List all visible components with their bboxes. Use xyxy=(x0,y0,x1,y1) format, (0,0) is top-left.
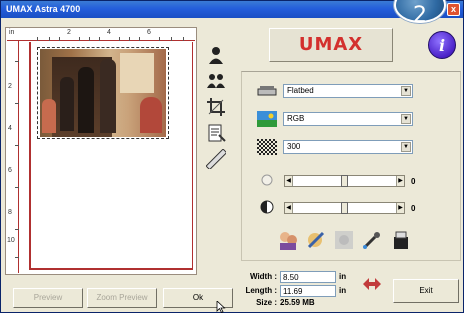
chevron-down-icon[interactable]: ▼ xyxy=(401,86,411,96)
brightness-value: 0 xyxy=(411,177,416,186)
resolution-value: 300 xyxy=(287,142,301,151)
sharpen-filter-icon[interactable] xyxy=(305,229,327,251)
ruler-unit: in xyxy=(9,29,15,36)
ruler-number: 10 xyxy=(7,237,15,244)
left-ruler: 2 4 6 8 10 xyxy=(7,41,19,273)
ruler-tick xyxy=(15,103,19,104)
ruler-tick xyxy=(15,187,19,188)
brightness-slider[interactable]: ◀ ▶ xyxy=(284,175,405,187)
slider-left-arrow[interactable]: ◀ xyxy=(285,176,293,186)
top-ruler: in 2 4 6 xyxy=(7,29,195,41)
length-field[interactable]: 11.69 xyxy=(280,285,336,297)
ruler-number: 2 xyxy=(8,83,12,90)
scanner-window: UMAX Astra 4700 x 2 in 2 4 6 2 4 6 8 10 xyxy=(0,0,464,314)
ruler-number: 6 xyxy=(147,29,151,36)
step-badge: 2 xyxy=(394,0,446,28)
ruler-tick xyxy=(59,37,60,41)
slider-thumb[interactable] xyxy=(341,175,348,187)
width-unit: in xyxy=(339,272,347,281)
ruler-tick xyxy=(159,37,160,41)
mouse-cursor-icon xyxy=(216,300,226,314)
size-label: Size : xyxy=(256,298,277,307)
ruler-tick xyxy=(37,37,38,41)
contrast-value: 0 xyxy=(411,204,416,213)
portrait-filter-icon[interactable] xyxy=(277,229,299,251)
dpi-pattern-icon xyxy=(257,139,277,155)
ruler-number: 2 xyxy=(67,29,71,36)
sun-icon xyxy=(257,172,277,188)
length-unit: in xyxy=(339,286,347,295)
crop-icon[interactable] xyxy=(204,95,228,119)
descreen-filter-icon[interactable] xyxy=(390,229,412,251)
zoom-preview-button[interactable]: Zoom Preview xyxy=(87,288,157,308)
ruler-number: 4 xyxy=(107,29,111,36)
contrast-slider[interactable]: ◀ ▶ xyxy=(284,202,405,214)
person-silhouette-icon[interactable] xyxy=(204,43,228,67)
close-button[interactable]: x xyxy=(447,3,460,16)
contrast-icon xyxy=(257,199,277,215)
length-label: Length : xyxy=(245,286,277,295)
ruler-tick xyxy=(15,257,19,258)
slider-thumb[interactable] xyxy=(341,202,348,214)
ruler-tick xyxy=(49,37,50,41)
info-button[interactable]: i xyxy=(428,31,456,59)
ruler-tick xyxy=(99,37,100,41)
ruler-icon[interactable] xyxy=(204,147,228,171)
ruler-tick xyxy=(79,37,80,41)
size-number: 25.59 xyxy=(280,298,301,307)
exit-button[interactable]: Exit xyxy=(393,279,459,303)
ruler-number: 4 xyxy=(8,125,12,132)
scan-area-marquee[interactable] xyxy=(37,47,169,139)
color-mode-select[interactable]: RGB ▼ xyxy=(283,112,413,126)
source-select[interactable]: Flatbed ▼ xyxy=(283,84,413,98)
ruler-tick xyxy=(15,145,19,146)
ruler-tick xyxy=(129,37,130,41)
chevron-down-icon[interactable]: ▼ xyxy=(401,142,411,152)
ruler-tick xyxy=(15,229,19,230)
unit-toggle-icon[interactable] xyxy=(361,274,383,294)
source-select-value: Flatbed xyxy=(287,86,314,95)
size-value: 25.59 MB xyxy=(280,298,315,307)
slider-right-arrow[interactable]: ▶ xyxy=(396,203,404,213)
umax-logo-button[interactable]: UMAX xyxy=(269,28,393,62)
preview-button[interactable]: Preview xyxy=(13,288,83,308)
eyedropper-icon[interactable] xyxy=(361,229,383,251)
ruler-tick xyxy=(171,37,172,41)
ruler-tick xyxy=(119,37,120,41)
logo-text: UMAX xyxy=(298,34,364,55)
ruler-tick xyxy=(89,37,90,41)
color-landscape-icon xyxy=(257,111,277,127)
resolution-select[interactable]: 300 ▼ xyxy=(283,140,413,154)
slider-left-arrow[interactable]: ◀ xyxy=(285,203,293,213)
ruler-tick xyxy=(183,37,184,41)
ruler-number: 6 xyxy=(8,167,12,174)
chevron-down-icon[interactable]: ▼ xyxy=(401,114,411,124)
slider-right-arrow[interactable]: ▶ xyxy=(396,176,404,186)
blur-filter-icon[interactable] xyxy=(333,229,355,251)
scanner-icon xyxy=(257,83,277,99)
color-mode-value: RGB xyxy=(287,114,305,123)
ruler-tick xyxy=(15,61,19,62)
multiple-persons-icon[interactable] xyxy=(204,69,228,93)
ruler-tick xyxy=(139,37,140,41)
width-label: Width : xyxy=(249,272,277,281)
document-select-icon[interactable] xyxy=(204,121,228,145)
size-unit: MB xyxy=(302,298,315,307)
ruler-number: 8 xyxy=(8,209,12,216)
window-title: UMAX Astra 4700 xyxy=(6,4,81,14)
width-field[interactable]: 8.50 xyxy=(280,271,336,283)
